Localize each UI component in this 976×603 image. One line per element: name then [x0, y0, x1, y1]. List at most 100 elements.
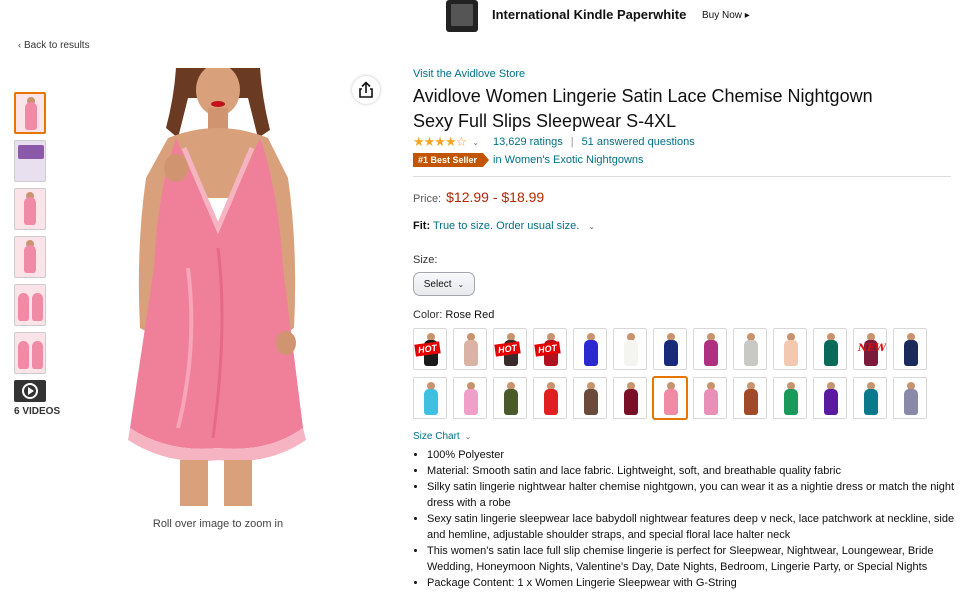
- color-swatch[interactable]: [813, 377, 847, 419]
- swatch-dress: [744, 340, 758, 366]
- swatch-dress: [784, 389, 798, 415]
- product-title-line1: Avidlove Women Lingerie Satin Lace Chemi…: [413, 86, 873, 106]
- answered-questions-link[interactable]: 51 answered questions: [582, 136, 695, 148]
- fit-row: Fit: True to size. Order usual size. ⌄: [413, 220, 953, 232]
- color-swatch[interactable]: [773, 377, 807, 419]
- color-swatch[interactable]: [653, 328, 687, 370]
- price-row: Price: $12.99 - $18.99: [413, 189, 953, 205]
- swatch-dress: [664, 389, 678, 415]
- size-chart-label: Size Chart: [413, 431, 460, 442]
- banner-title[interactable]: International Kindle Paperwhite: [492, 7, 686, 22]
- product-details: Visit the Avidlove Store Avidlove Women …: [413, 68, 954, 591]
- color-swatch[interactable]: [893, 328, 927, 370]
- color-swatch[interactable]: HOT: [533, 328, 567, 370]
- color-swatch[interactable]: [693, 377, 727, 419]
- swatch-dress: [824, 340, 838, 366]
- size-chart-link[interactable]: Size Chart ⌄: [413, 431, 953, 442]
- thumbnail-4[interactable]: [14, 236, 46, 278]
- videos-count-label[interactable]: 6 VIDEOS: [14, 406, 60, 417]
- best-seller-category-link[interactable]: in Women's Exotic Nightgowns: [493, 154, 643, 166]
- star-rating-icon[interactable]: ★★★★☆: [413, 134, 467, 150]
- swatch-dress: [504, 389, 518, 415]
- price-value: $12.99 - $18.99: [446, 189, 545, 205]
- swatch-tag: NEW: [858, 343, 886, 354]
- buy-now-link[interactable]: Buy Now ▸: [702, 10, 750, 21]
- color-swatch[interactable]: [733, 328, 767, 370]
- bestseller-row: #1 Best Seller in Women's Exotic Nightgo…: [413, 153, 953, 167]
- color-swatch[interactable]: [773, 328, 807, 370]
- back-label: Back to results: [24, 40, 90, 51]
- color-swatch[interactable]: NEW: [853, 328, 887, 370]
- color-swatch[interactable]: HOT: [493, 328, 527, 370]
- product-title: Avidlove Women Lingerie Satin Lace Chemi…: [413, 84, 953, 134]
- color-swatch[interactable]: [813, 328, 847, 370]
- color-label-text: Color:: [413, 309, 443, 321]
- play-icon: [22, 383, 38, 399]
- swatch-dress: [864, 389, 878, 415]
- color-swatch[interactable]: [733, 377, 767, 419]
- swatch-dress: [784, 340, 798, 366]
- swatch-dress: [424, 389, 438, 415]
- feature-bullet: Silky satin lingerie nightwear halter ch…: [427, 479, 958, 511]
- swatch-dress: [664, 340, 678, 366]
- thumbnail-strip: 6 VIDEOS: [14, 92, 60, 417]
- color-swatch[interactable]: [653, 377, 687, 419]
- color-swatch[interactable]: [613, 377, 647, 419]
- size-select-value: Select: [423, 278, 452, 290]
- divider: [413, 176, 951, 177]
- swatch-dress: [624, 340, 638, 366]
- color-swatch[interactable]: [693, 328, 727, 370]
- color-swatch[interactable]: [573, 377, 607, 419]
- swatch-dress: [624, 389, 638, 415]
- kindle-ad-banner[interactable]: International Kindle Paperwhite Buy Now …: [0, 0, 976, 32]
- feature-bullet: Material: Smooth satin and lace fabric. …: [427, 463, 958, 479]
- swatch-dress: [464, 340, 478, 366]
- color-swatch[interactable]: HOT: [413, 328, 447, 370]
- color-swatch[interactable]: [893, 377, 927, 419]
- product-title-line2: Sexy Full Slips Sleepwear S-4XL: [413, 111, 677, 131]
- thumbnail-1[interactable]: [14, 92, 46, 134]
- color-swatch[interactable]: [453, 328, 487, 370]
- color-swatch[interactable]: [453, 377, 487, 419]
- color-swatch[interactable]: [533, 377, 567, 419]
- share-button[interactable]: [352, 76, 380, 104]
- color-swatch[interactable]: [413, 377, 447, 419]
- chevron-down-icon[interactable]: ⌄: [472, 138, 479, 147]
- color-swatch[interactable]: [853, 377, 887, 419]
- color-swatch[interactable]: [573, 328, 607, 370]
- color-swatch[interactable]: [493, 377, 527, 419]
- store-link[interactable]: Visit the Avidlove Store: [413, 68, 953, 80]
- swatch-dress: [704, 389, 718, 415]
- swatch-dress: [584, 340, 598, 366]
- swatch-dress: [904, 340, 918, 366]
- share-icon: [359, 81, 373, 98]
- swatch-dress: [744, 389, 758, 415]
- thumbnail-6[interactable]: [14, 332, 46, 374]
- feature-bullet: Package Content: 1 x Women Lingerie Slee…: [427, 575, 958, 591]
- feature-bullets: 100% PolyesterMaterial: Smooth satin and…: [413, 447, 958, 591]
- size-select-dropdown[interactable]: Select ⌄: [413, 272, 475, 296]
- chevron-down-icon[interactable]: ⌄: [588, 222, 595, 231]
- color-swatch-grid: HOT HOT HOT NEW: [413, 328, 953, 419]
- feature-bullet: 100% Polyester: [427, 447, 958, 463]
- swatch-dress: [704, 340, 718, 366]
- fit-value-link[interactable]: True to size. Order usual size.: [433, 220, 579, 232]
- color-swatch[interactable]: [613, 328, 647, 370]
- back-to-results-link[interactable]: ‹ Back to results: [18, 40, 90, 51]
- kindle-device-image[interactable]: [446, 0, 478, 32]
- color-label: Color: Rose Red: [413, 309, 953, 321]
- price-label: Price:: [413, 193, 442, 205]
- thumbnail-2[interactable]: [14, 140, 46, 182]
- chevron-down-icon: ⌄: [457, 279, 465, 289]
- main-product-image[interactable]: [118, 68, 318, 506]
- swatch-dress: [904, 389, 918, 415]
- zoom-hint: Roll over image to zoom in: [152, 518, 284, 530]
- chevron-down-icon: ⌄: [464, 432, 472, 441]
- color-value: Rose Red: [445, 309, 495, 321]
- ratings-count-link[interactable]: 13,629 ratings: [493, 136, 563, 148]
- divider: |: [570, 136, 574, 148]
- thumbnail-5[interactable]: [14, 284, 46, 326]
- video-thumbnail[interactable]: [14, 380, 46, 402]
- thumbnail-3[interactable]: [14, 188, 46, 230]
- best-seller-badge[interactable]: #1 Best Seller: [413, 153, 490, 167]
